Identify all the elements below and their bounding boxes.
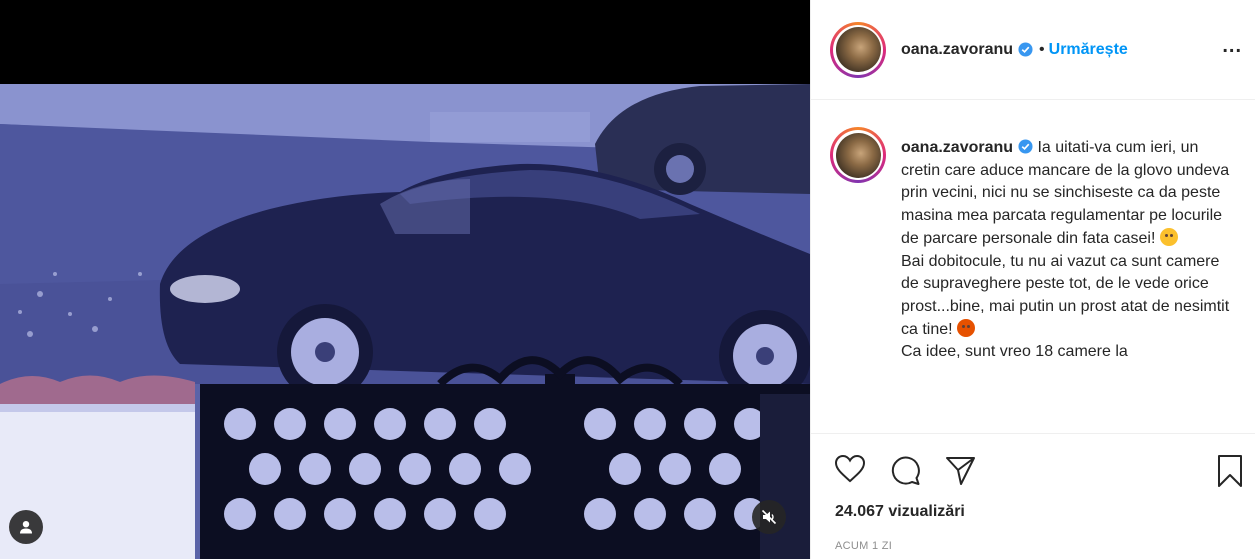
user-tag-icon	[20, 521, 32, 534]
post-header: oana.zavoranu • Urmărește ...	[811, 0, 1255, 100]
post-timestamp[interactable]: ACUM 1 ZI	[835, 540, 892, 552]
follow-button[interactable]: Urmărește	[1049, 41, 1128, 59]
speaker-muted-icon	[761, 509, 777, 525]
author-username[interactable]: oana.zavoranu	[901, 41, 1013, 59]
caption-author-avatar[interactable]	[830, 127, 886, 183]
face-with-symbols-emoji	[957, 318, 976, 337]
caption-text-2: Bai dobitocule, tu nu ai vazut ca sunt c…	[901, 252, 1230, 338]
confused-face-emoji	[1159, 227, 1178, 246]
header-separator: •	[1039, 40, 1045, 58]
view-count[interactable]: 24.067 vizualizări	[835, 503, 965, 521]
heart-icon[interactable]	[834, 454, 866, 484]
comments-section[interactable]: oana.zavoranu Ia uitati-va cum ieri, un …	[811, 101, 1255, 433]
caption-username[interactable]: oana.zavoranu	[901, 139, 1013, 156]
comment-bubble-icon[interactable]	[889, 454, 921, 486]
tag-people-button[interactable]	[9, 510, 43, 544]
post-caption: oana.zavoranu Ia uitati-va cum ieri, un …	[901, 137, 1236, 364]
post-media[interactable]	[0, 0, 810, 559]
post-side-panel: oana.zavoranu • Urmărește ... oana.zavor…	[810, 0, 1255, 559]
author-avatar[interactable]	[830, 21, 886, 78]
verified-badge-icon	[1018, 42, 1033, 57]
paper-plane-icon[interactable]	[944, 454, 976, 486]
surveillance-video-frame	[0, 84, 810, 559]
bookmark-icon[interactable]	[1216, 454, 1244, 488]
mute-toggle-button[interactable]	[752, 500, 786, 534]
header-author-line: oana.zavoranu • Urmărește	[901, 41, 1128, 59]
caption-text-3: Ca idee, sunt vreo 18 camere la	[901, 343, 1128, 361]
more-options-button[interactable]: ...	[1222, 36, 1242, 56]
post-actions-bar: 24.067 vizualizări ACUM 1 ZI	[811, 433, 1255, 559]
video-player[interactable]	[0, 84, 810, 559]
verified-badge-icon	[1018, 139, 1033, 154]
